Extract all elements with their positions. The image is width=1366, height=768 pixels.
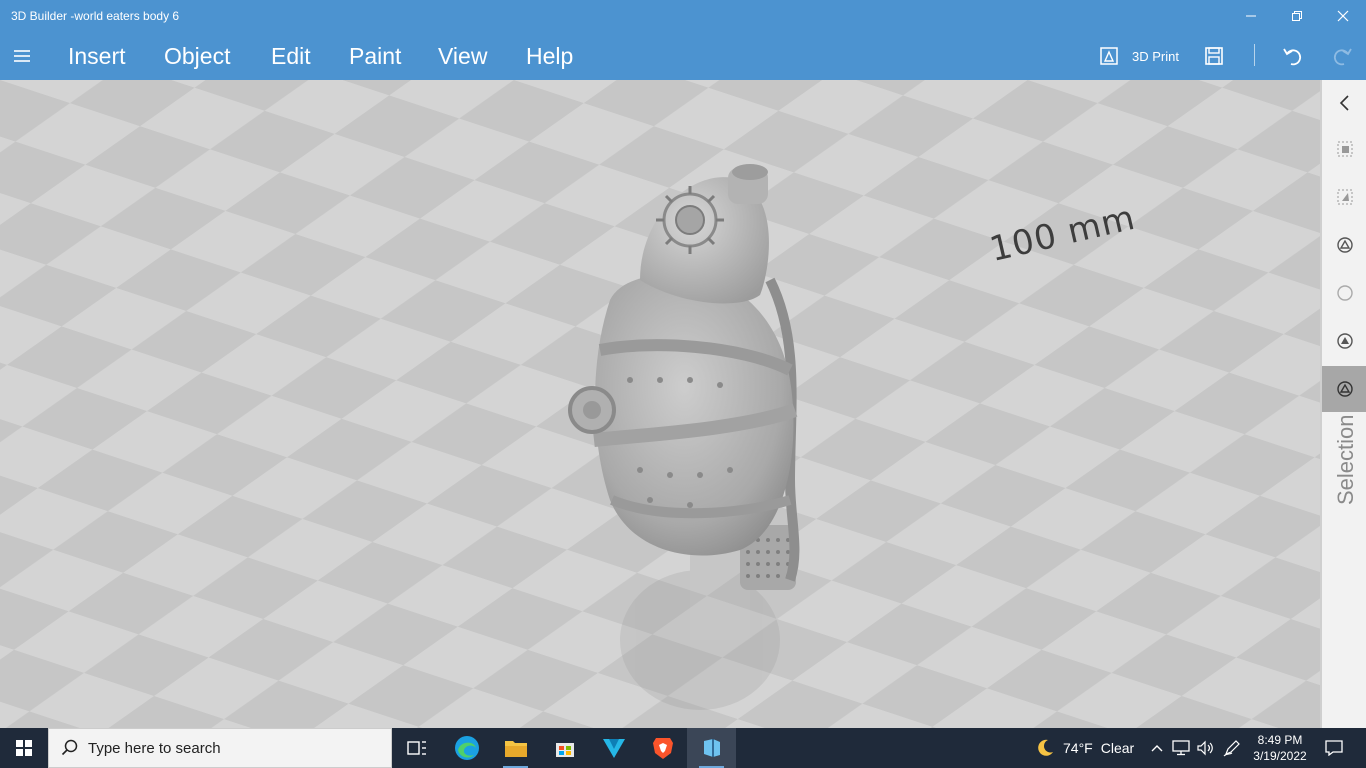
brave-browser-icon (652, 738, 673, 759)
window-title: 3D Builder -world eaters body 6 (11, 9, 180, 23)
menu-view[interactable]: View (438, 43, 487, 70)
menu-object[interactable]: Object (164, 43, 230, 70)
taskbar-store-button[interactable] (540, 728, 589, 768)
weather-temp: 74°F (1063, 740, 1093, 756)
select-objects-icon (1337, 141, 1352, 157)
folder-icon (504, 741, 527, 757)
title-bar: 3D Builder -world eaters body 6 (0, 0, 1366, 32)
taskbar-3d-builder-button[interactable] (687, 728, 736, 768)
close-icon (1337, 10, 1349, 22)
task-view-icon (406, 741, 426, 755)
redo-button[interactable] (1330, 44, 1354, 68)
save-button[interactable] (1202, 44, 1226, 68)
close-button[interactable] (1320, 0, 1366, 32)
selection-panel-label: Selection (1333, 414, 1358, 505)
chevron-up-icon (1151, 745, 1163, 752)
clock[interactable]: 8:49 PM 3/19/2022 (1248, 732, 1312, 764)
hamburger-icon (14, 50, 30, 62)
volume-icon (1197, 740, 1213, 756)
clock-date: 3/19/2022 (1253, 749, 1307, 763)
taskbar-search-box[interactable] (48, 728, 392, 768)
3d-viewport[interactable]: 100 mm (0, 80, 1320, 728)
weather-widget[interactable]: 74°F Clear (1035, 728, 1134, 768)
minimize-icon (1246, 15, 1256, 17)
task-view-button[interactable] (392, 728, 441, 768)
taskbar-brave-button[interactable] (638, 728, 687, 768)
notification-icon (1325, 740, 1343, 756)
search-input[interactable] (88, 739, 368, 757)
weather-condition: Clear (1100, 740, 1135, 756)
notifications-button[interactable] (1318, 728, 1350, 768)
hamburger-menu-button[interactable] (10, 44, 34, 68)
clock-time: 8:49 PM (1257, 733, 1303, 747)
undo-button[interactable] (1281, 44, 1305, 68)
windows-logo-icon (16, 740, 32, 756)
3d-print-label: 3D Print (1132, 48, 1179, 64)
collapse-panel-button[interactable] (1322, 80, 1366, 126)
store-icon (555, 743, 574, 757)
menu-help[interactable]: Help (526, 43, 573, 70)
3d-print-button[interactable]: 3D Print (1098, 42, 1179, 70)
moon-icon (1038, 739, 1053, 756)
taskbar-edge-button[interactable] (442, 728, 491, 768)
pen-icon (1223, 740, 1240, 757)
selection-mode-icon (1336, 237, 1353, 253)
selection-icon (1336, 381, 1353, 397)
select-mode-button-2[interactable] (1322, 270, 1366, 316)
minimize-button[interactable] (1228, 0, 1274, 32)
checkerboard-floor (0, 80, 1320, 728)
menu-edit[interactable]: Edit (271, 43, 311, 70)
pen-workspace-button[interactable] (1220, 728, 1244, 768)
select-mode-button-1[interactable] (1322, 222, 1366, 268)
menu-bar: Insert Object Edit Paint View Help 3D Pr… (0, 32, 1366, 80)
taskbar-app-button[interactable] (589, 728, 638, 768)
select-faces-icon (1337, 189, 1352, 205)
restore-icon (1292, 11, 1302, 21)
selection-panel-button[interactable] (1322, 366, 1366, 412)
circle-select-icon (1336, 285, 1353, 301)
toolbar-divider (1254, 44, 1255, 66)
taskbar-file-explorer-button[interactable] (491, 728, 540, 768)
vertex-select-icon (1336, 333, 1353, 349)
undo-icon (1283, 48, 1302, 66)
chevron-left-icon (1339, 95, 1349, 111)
restore-button[interactable] (1274, 0, 1320, 32)
right-toolbar (1321, 80, 1366, 728)
3d-print-icon (1100, 47, 1118, 65)
menu-paint[interactable]: Paint (349, 43, 401, 70)
select-objects-button[interactable] (1322, 126, 1366, 172)
network-icon (1172, 740, 1190, 756)
menu-insert[interactable]: Insert (68, 43, 126, 70)
show-hidden-icons-button[interactable] (1148, 728, 1166, 768)
save-icon (1205, 47, 1223, 65)
taskbar: 74°F Clear 8:49 PM 3/19/2022 (0, 728, 1366, 768)
vpn-app-icon (602, 739, 625, 758)
edge-browser-icon (454, 736, 479, 760)
start-button[interactable] (0, 728, 48, 768)
3d-builder-icon (703, 739, 720, 757)
volume-button[interactable] (1194, 728, 1216, 768)
network-button[interactable] (1170, 728, 1192, 768)
select-faces-button[interactable] (1322, 174, 1366, 220)
search-icon (61, 739, 78, 756)
select-mode-button-3[interactable] (1322, 318, 1366, 364)
redo-icon (1333, 48, 1352, 66)
